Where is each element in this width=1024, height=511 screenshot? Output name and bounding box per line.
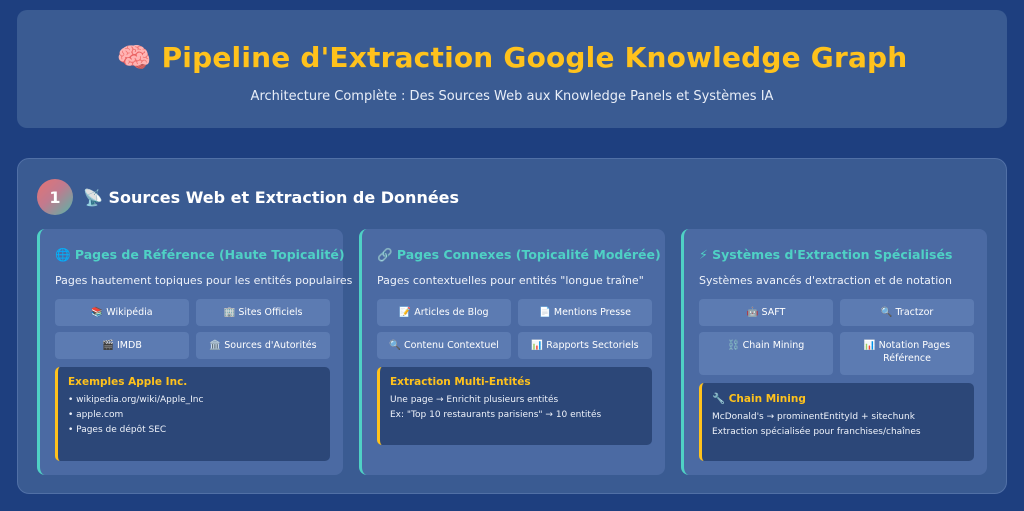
system-button-grid: 🤖 SAFT 🔍 Tractzor ⛓️ Chain Mining 📊 Nota… — [699, 299, 974, 375]
page-subtitle: Architecture Complète : Des Sources Web … — [250, 89, 774, 104]
section-title: 📡 Sources Web et Extraction de Données — [83, 187, 460, 207]
card-reference-pages: 🌐 Pages de Référence (Haute Topicalité) … — [37, 229, 352, 475]
multi-entity-box-title: Extraction Multi-Entités — [390, 376, 531, 388]
section-sources: 1 📡 Sources Web et Extraction de Données… — [17, 158, 1007, 494]
card-title: ⚡ Systèmes d'Extraction Spécialisés — [699, 247, 953, 262]
system-tractzor-button[interactable]: 🔍 Tractzor — [840, 299, 974, 326]
chain-mining-box-title: 🔧 Chain Mining — [712, 393, 806, 405]
example-line: • apple.com — [68, 410, 124, 420]
header-panel: 🧠 Pipeline d'Extraction Google Knowledge… — [17, 10, 1007, 128]
source-press-mentions-button[interactable]: 📄 Mentions Presse — [518, 299, 652, 326]
source-authorities-button[interactable]: 🏛️ Sources d'Autorités — [196, 332, 330, 359]
multi-entity-line: Une page → Enrichit plusieurs entités — [390, 395, 559, 405]
source-wikipedia-button[interactable]: 📚 Wikipédia — [55, 299, 189, 326]
source-blog-articles-button[interactable]: 📝 Articles de Blog — [377, 299, 511, 326]
source-official-sites-button[interactable]: 🏢 Sites Officiels — [196, 299, 330, 326]
multi-entity-line: Ex: "Top 10 restaurants parisiens" → 10 … — [390, 410, 602, 420]
page-title: 🧠 Pipeline d'Extraction Google Knowledge… — [116, 41, 908, 74]
multi-entity-box: Extraction Multi-Entités Une page → Enri… — [377, 367, 652, 445]
system-chain-mining-button[interactable]: ⛓️ Chain Mining — [699, 332, 833, 375]
card-description: Systèmes avancés d'extraction et de nota… — [699, 274, 952, 287]
system-saft-button[interactable]: 🤖 SAFT — [699, 299, 833, 326]
source-contextual-content-button[interactable]: 🔍 Contenu Contextuel — [377, 332, 511, 359]
section-number-badge: 1 — [37, 179, 73, 215]
card-description: Pages hautement topiques pour les entité… — [55, 274, 353, 287]
chain-mining-line: Extraction spécialisée pour franchises/c… — [712, 427, 921, 437]
chain-mining-box: 🔧 Chain Mining McDonald's → prominentEnt… — [699, 383, 974, 461]
source-button-grid: 📚 Wikipédia 🏢 Sites Officiels 🎬 IMDB 🏛️ … — [55, 299, 330, 359]
example-box: Exemples Apple Inc. • wikipedia.org/wiki… — [55, 367, 330, 461]
card-description: Pages contextuelles pour entités "longue… — [377, 274, 644, 287]
system-reference-scoring-button[interactable]: 📊 Notation Pages Référence — [840, 332, 974, 375]
card-extraction-systems: ⚡ Systèmes d'Extraction Spécialisés Syst… — [681, 229, 987, 475]
card-title: 🌐 Pages de Référence (Haute Topicalité) — [55, 247, 345, 262]
chain-mining-line: McDonald's → prominentEntityId + sitechu… — [712, 412, 915, 422]
example-line: • Pages de dépôt SEC — [68, 425, 167, 435]
section-header: 1 📡 Sources Web et Extraction de Données — [37, 179, 459, 215]
example-line: • wikipedia.org/wiki/Apple_Inc — [68, 395, 204, 405]
card-title: 🔗 Pages Connexes (Topicalité Modérée) — [377, 247, 661, 262]
source-sector-reports-button[interactable]: 📊 Rapports Sectoriels — [518, 332, 652, 359]
source-imdb-button[interactable]: 🎬 IMDB — [55, 332, 189, 359]
card-related-pages: 🔗 Pages Connexes (Topicalité Modérée) Pa… — [359, 229, 665, 475]
source-button-grid: 📝 Articles de Blog 📄 Mentions Presse 🔍 C… — [377, 299, 652, 359]
example-box-title: Exemples Apple Inc. — [68, 376, 188, 388]
